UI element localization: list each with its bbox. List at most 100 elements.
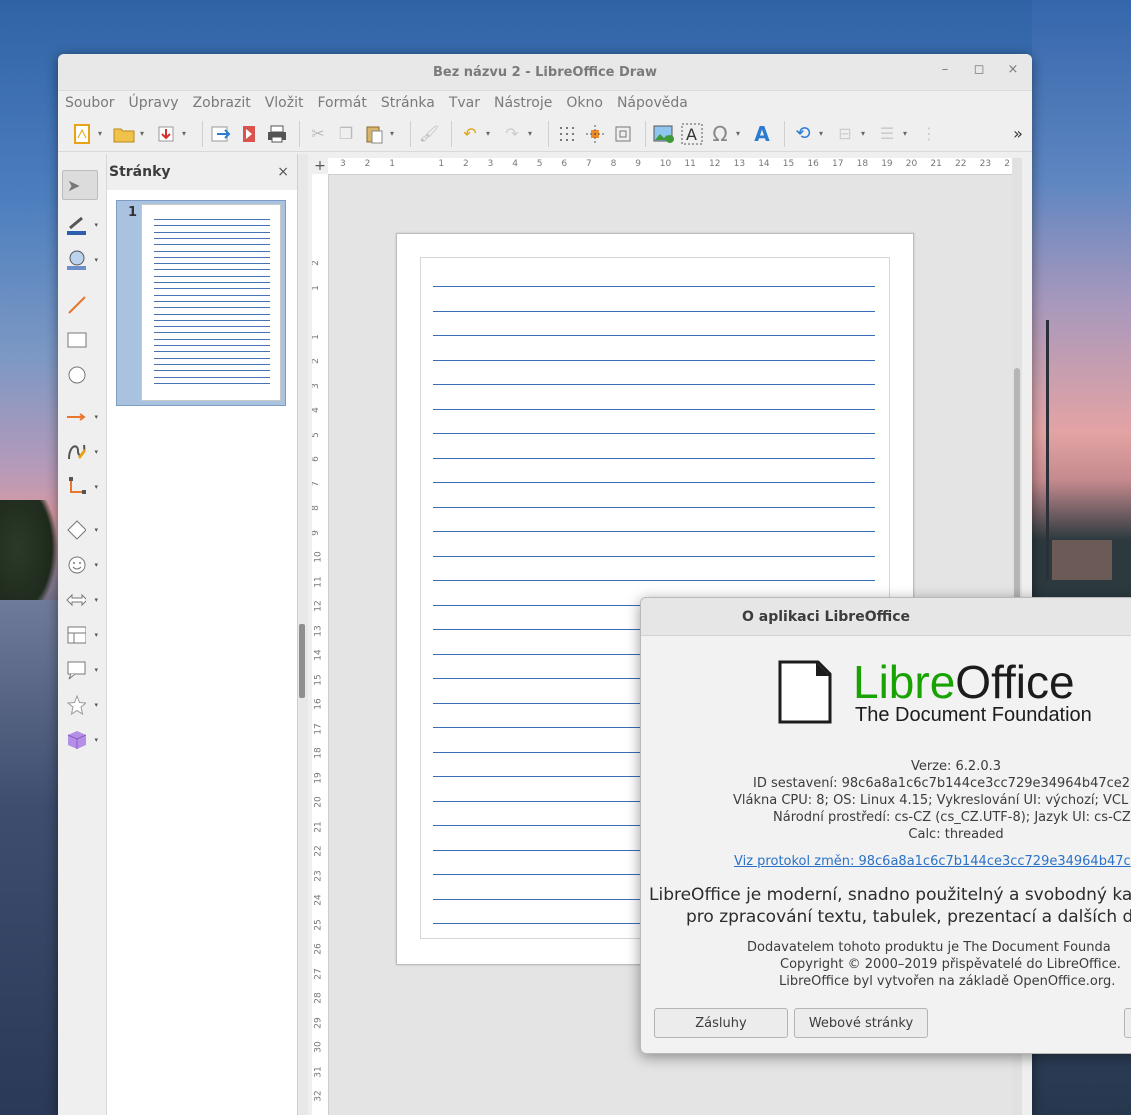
title-bar[interactable]: Bez názvu 2 - LibreOffice Draw – ◻ ×: [58, 54, 1032, 91]
ruler-tick-label: 22: [955, 159, 967, 169]
page-line: [433, 531, 875, 532]
curve-tool[interactable]: ▾: [62, 437, 98, 467]
paste-dropdown-icon[interactable]: ▾: [390, 129, 398, 138]
ruler-tick-label: 5: [312, 432, 321, 438]
transform-dropdown-icon[interactable]: ▾: [819, 129, 827, 138]
ruler-tick-label: 13: [313, 624, 324, 637]
menu-shape[interactable]: Tvar: [442, 95, 487, 111]
thumbnail-line: [154, 263, 270, 265]
stars-tool[interactable]: ▾: [62, 690, 98, 720]
basic-shapes-tool[interactable]: ▾: [62, 515, 98, 545]
ruler-tick-label: 5: [536, 159, 543, 169]
horizontal-ruler[interactable]: 3 2 1 1 2 3 4 5 6 7 8 9 10 11 12 13 14 15 16 17 18 19 20 21 22 23…: [328, 158, 1012, 175]
symbol-shapes-tool[interactable]: ▾: [62, 550, 98, 580]
arrow-line-tool[interactable]: ▾: [62, 402, 98, 432]
dialog-title-bar[interactable]: O aplikaci LibreOffice: [641, 598, 1131, 636]
ellipse-icon: [68, 366, 86, 384]
panel-splitter[interactable]: [298, 154, 308, 1115]
ruler-tick-label: 4: [312, 407, 321, 413]
credits-button[interactable]: Zásluhy: [654, 1008, 788, 1038]
undo-dropdown-icon[interactable]: ▾: [486, 129, 494, 138]
menu-insert[interactable]: Vložit: [258, 95, 311, 111]
menu-edit[interactable]: Úpravy: [122, 95, 186, 111]
line-tool[interactable]: [62, 290, 98, 320]
thumbnail-line: [154, 219, 270, 220]
insert-image-icon[interactable]: [652, 122, 676, 146]
menu-format[interactable]: Formát: [310, 95, 373, 111]
menu-view[interactable]: Zobrazit: [186, 95, 258, 111]
paste-icon[interactable]: [362, 122, 386, 146]
toolbar-separator: [548, 120, 549, 147]
transformations-icon[interactable]: ⟲: [791, 122, 815, 146]
clone-formatting-icon: 🖌: [418, 124, 440, 143]
ruler-tick-label: 1: [389, 159, 395, 169]
vertical-ruler[interactable]: 2112345678910111213141516171819202122232…: [312, 174, 329, 1115]
changelog-link[interactable]: Viz protokol změn: 98c6a8a1c6c7b144ce3cc…: [734, 854, 1131, 869]
menu-page[interactable]: Stránka: [374, 95, 442, 111]
helplines-icon[interactable]: [583, 122, 607, 146]
special-char-dropdown-icon[interactable]: ▾: [736, 129, 744, 138]
line-color-icon: [67, 216, 87, 235]
thumbnail-line: [154, 376, 270, 378]
insert-textbox-icon[interactable]: A: [680, 122, 704, 146]
new-dropdown-icon[interactable]: ▾: [98, 129, 106, 138]
minimize-button[interactable]: –: [936, 62, 954, 77]
close-dialog-button[interactable]: [1124, 1008, 1131, 1038]
pages-panel: Stránky × 1: [107, 154, 298, 1115]
toolbar-overflow-icon[interactable]: »: [1006, 122, 1030, 146]
line-color-tool[interactable]: ▾: [62, 210, 98, 240]
ruler-tick-label: 16: [313, 698, 324, 710]
open-folder-icon[interactable]: [112, 122, 136, 146]
undo-icon[interactable]: ↶: [458, 122, 482, 146]
thumbnail-line: [154, 313, 270, 315]
credits-line-2: Copyright © 2000–2019 přispěvatelé do Li…: [780, 957, 1121, 972]
menu-tools[interactable]: Nástroje: [487, 95, 559, 111]
ruler-tick-label: 19: [881, 159, 893, 169]
connector-tool[interactable]: ▾: [62, 472, 98, 502]
thumbnail-line: [154, 351, 270, 353]
rectangle-tool[interactable]: [62, 325, 98, 355]
special-character-icon[interactable]: Ω: [708, 122, 732, 146]
close-window-button[interactable]: ×: [1004, 62, 1022, 77]
fontwork-icon[interactable]: A: [750, 122, 774, 146]
version-info: Verze: 6.2.0.3 ID sestavení: 98c6a8a1c6c…: [641, 758, 1131, 843]
thumbnail-line: [154, 357, 270, 359]
thumbnail-line: [154, 370, 270, 372]
block-arrows-tool[interactable]: ▾: [62, 585, 98, 615]
ruler-tick-label: 10: [313, 551, 324, 563]
ruler-tick-label: 1: [438, 159, 445, 169]
save-icon[interactable]: [154, 122, 178, 146]
grid-icon[interactable]: [555, 122, 579, 146]
align-icon: ⊟: [838, 124, 852, 143]
website-button[interactable]: Webové stránky: [794, 1008, 928, 1038]
ellipse-tool[interactable]: [62, 360, 98, 390]
menu-window[interactable]: Okno: [559, 95, 610, 111]
open-dropdown-icon[interactable]: ▾: [140, 129, 148, 138]
fill-color-tool[interactable]: ▾: [62, 245, 98, 275]
thumbnail-line: [154, 256, 270, 258]
maximize-button[interactable]: ◻: [970, 62, 988, 77]
redo-icon: ↷: [505, 124, 519, 143]
cpu-os-text: Vlákna CPU: 8; OS: Linux 4.15; Vykreslov…: [733, 793, 1129, 808]
zoom-pan-icon[interactable]: [611, 122, 635, 146]
3d-objects-tool[interactable]: ▾: [62, 725, 98, 755]
ruler-tick-label: 7: [312, 481, 321, 487]
select-tool[interactable]: ➤: [62, 170, 98, 200]
flowchart-tool[interactable]: ▾: [62, 620, 98, 650]
export-icon[interactable]: [209, 122, 233, 146]
export-pdf-icon[interactable]: [237, 122, 261, 146]
page-thumbnail[interactable]: 1: [116, 200, 286, 406]
ruler-tick-label: 12: [709, 159, 721, 169]
new-document-icon[interactable]: [70, 122, 94, 146]
ruler-tick-label: 12: [313, 600, 324, 612]
menu-help[interactable]: Nápověda: [610, 95, 695, 111]
menu-file[interactable]: Soubor: [58, 95, 122, 111]
print-icon[interactable]: [265, 122, 289, 146]
desktop-sailboat-mast: [1046, 320, 1049, 580]
save-dropdown-icon[interactable]: ▾: [182, 129, 190, 138]
callout-tool[interactable]: ▾: [62, 655, 98, 685]
close-panel-icon[interactable]: ×: [277, 164, 289, 180]
splitter-handle[interactable]: [299, 624, 305, 698]
ruler-tick-label: 3: [312, 383, 321, 389]
align-dropdown-icon: ▾: [861, 129, 866, 138]
